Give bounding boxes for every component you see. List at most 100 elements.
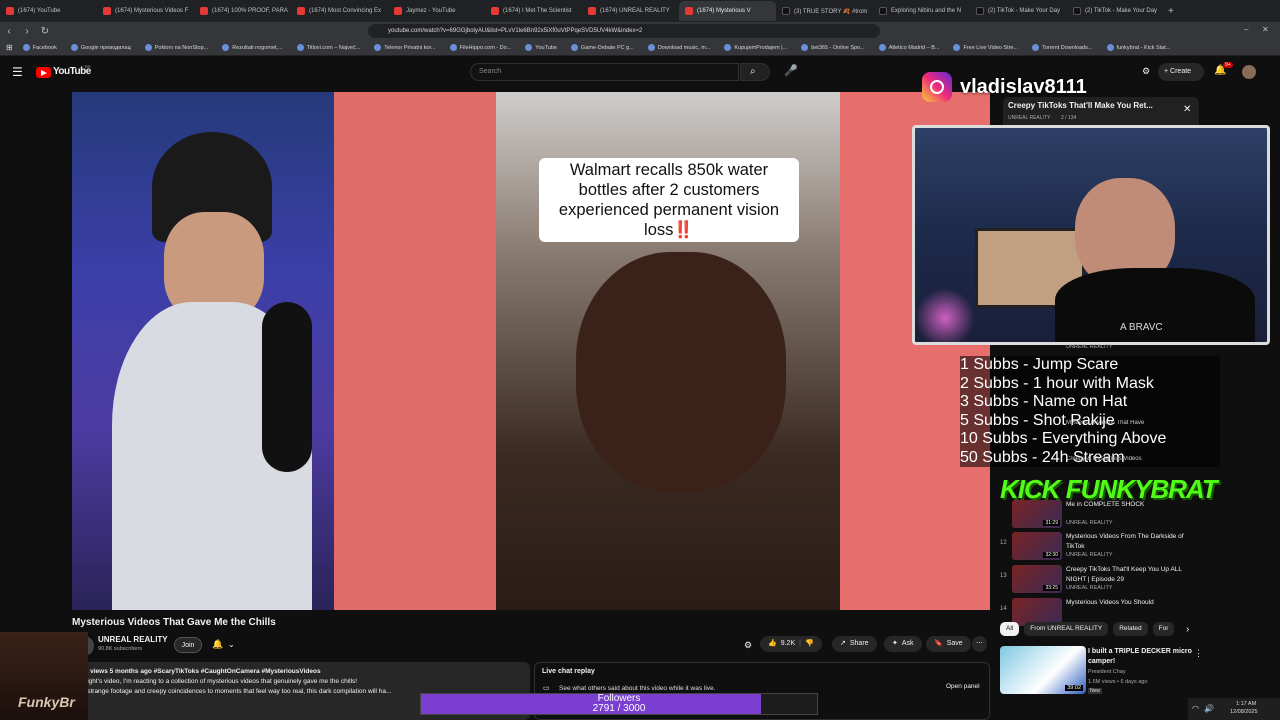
bookmark-label: Game-Debate PC g... xyxy=(580,44,634,51)
bookmark-item[interactable]: Google преводилац xyxy=(70,44,131,51)
playlist-thumbnail[interactable]: 32:30 xyxy=(1012,532,1062,560)
sparkle-icon: ✦ xyxy=(892,640,898,647)
recommended-video[interactable]: 39:02 I built a TRIPLE DECKER micro camp… xyxy=(1000,646,1203,698)
bookmark-item[interactable]: Download music, m... xyxy=(647,44,710,51)
more-options-icon[interactable]: ⋮ xyxy=(1194,648,1203,659)
ask-button[interactable]: ✦ Ask xyxy=(884,636,922,652)
bookmark-item[interactable]: bet365 - Online Spo... xyxy=(801,44,865,51)
save-button[interactable]: 🔖 Save xyxy=(926,636,971,652)
share-button[interactable]: ↗ Share xyxy=(832,636,877,652)
playlist-item-title[interactable]: Mysterious Videos That Have xyxy=(1066,420,1196,426)
bell-icon[interactable]: 🔔 xyxy=(212,639,223,650)
bookmark-label: Poklonı na NonStop... xyxy=(154,44,209,51)
more-options-icon[interactable]: ⋯ xyxy=(972,636,987,652)
bookmark-item[interactable]: KupujemProdajem |... xyxy=(724,44,787,51)
apps-icon[interactable]: ⊞ xyxy=(6,43,13,52)
browser-tab[interactable]: (3) TRUE STORY 🍂 #trom xyxy=(776,1,873,21)
playlist-item-title[interactable]: Mysterious Videos From The Darkside of T… xyxy=(1066,532,1196,552)
sub-goal-item: 3 Subbs - Name on Hat xyxy=(960,393,1128,410)
browser-tab[interactable]: Jaymez - YouTube xyxy=(388,1,485,21)
create-button[interactable]: + Create xyxy=(1158,63,1204,81)
chevron-down-icon[interactable]: ⌄ xyxy=(228,640,235,649)
bookmark-item[interactable]: Atletico Madrid – B... xyxy=(878,44,939,51)
clock-time[interactable]: 1:17 AM xyxy=(1236,701,1256,707)
playlist-item[interactable]: 12 32:30 Mysterious Videos From The Darksi… xyxy=(1000,532,1200,566)
playlist-item-title[interactable]: Creepy TikToks That'll Keep You Up ALL N… xyxy=(1066,565,1196,585)
browser-tab[interactable]: Exploring Nibiru and the N xyxy=(873,1,970,21)
recommended-thumbnail[interactable]: 39:02 xyxy=(1000,646,1086,694)
bookmark-item[interactable]: Torrent Downloads... xyxy=(1032,44,1093,51)
forward-icon[interactable]: › xyxy=(18,26,36,37)
bookmark-item[interactable]: Game-Debate PC g... xyxy=(570,44,634,51)
chevron-right-icon[interactable]: › xyxy=(1186,624,1189,635)
volume-icon[interactable]: 🔊 xyxy=(1204,704,1214,713)
recommended-title[interactable]: I built a TRIPLE DECKER micro camper! xyxy=(1088,647,1192,667)
tab-label: (1674) 100% PROOF, PARA xyxy=(212,8,288,14)
bookmark-item[interactable]: Facebook xyxy=(22,44,57,51)
browser-tab[interactable]: (1674) Most Convincing Ex xyxy=(291,1,388,21)
gear-icon[interactable]: ⚙ xyxy=(744,640,752,651)
close-icon[interactable]: ✕ xyxy=(1183,104,1191,115)
bookmark-favicon-icon xyxy=(953,44,961,51)
browser-tab[interactable]: (2) TikTok - Make Your Day xyxy=(970,1,1067,21)
avatar[interactable] xyxy=(1242,65,1256,79)
channel-name[interactable]: UNREAL REALITY xyxy=(98,635,168,644)
playlist-item-title[interactable]: Mysterious Videos You Should xyxy=(1066,598,1196,608)
bookmark-label: FileHippo.com - Do... xyxy=(459,44,512,51)
bookmark-item[interactable]: Free Live Video Stre... xyxy=(953,44,1018,51)
filter-chip[interactable]: For xyxy=(1152,622,1175,636)
wifi-icon[interactable]: ◠ xyxy=(1192,704,1199,713)
playlist-thumbnail[interactable]: 33:25 xyxy=(1012,565,1062,593)
close-window-icon[interactable]: ✕ xyxy=(1262,25,1269,34)
join-button[interactable]: Join xyxy=(174,637,202,653)
browser-tab[interactable]: (1674) 100% PROOF, PARA xyxy=(194,1,291,21)
video-title: Mysterious Videos That Gave Me the Chill… xyxy=(72,617,276,628)
filter-chip[interactable]: Related xyxy=(1113,622,1148,636)
bookmark-item[interactable]: FileHippo.com - Do... xyxy=(449,44,512,51)
browser-tab[interactable]: (1674) I Met The Scientist xyxy=(485,1,582,21)
filter-chip[interactable]: From UNREAL REALITY xyxy=(1024,622,1109,636)
browser-tab[interactable]: (2) TikTok - Make Your Day xyxy=(1067,1,1164,21)
video-player[interactable]: Walmart recalls 850k water bottles after… xyxy=(72,92,990,610)
browser-tab[interactable]: (1674) Mysterious V xyxy=(679,1,776,21)
bookmark-item[interactable]: YouTube xyxy=(525,44,557,51)
search-input[interactable]: Search xyxy=(470,63,739,81)
description-line-1: onight's video, I'm reacting to a collec… xyxy=(80,678,358,685)
reload-icon[interactable]: ↻ xyxy=(36,26,54,37)
minimize-icon[interactable]: – xyxy=(1244,25,1248,34)
menu-icon[interactable]: ☰ xyxy=(12,65,23,79)
bookmark-item[interactable]: Telenor Privatni kor... xyxy=(374,44,436,51)
tab-label: (1674) Mysterious Videos F xyxy=(115,8,189,14)
open-panel-button[interactable]: Open panel xyxy=(946,683,980,690)
cast-icon[interactable]: ⚙ xyxy=(1142,66,1150,77)
youtube-icon xyxy=(103,7,111,15)
clock-date[interactable]: 12/08/2025 xyxy=(1230,709,1258,715)
clip-face-image xyxy=(576,252,786,492)
bookmark-favicon-icon xyxy=(374,44,382,51)
recommended-channel[interactable]: President Chay xyxy=(1088,669,1126,675)
playlist-item[interactable]: 13 33:25 Creepy TikToks That'll Keep You U… xyxy=(1000,565,1200,599)
playlist-item-title[interactable]: Creepy & Mysterious Videos xyxy=(1066,456,1196,462)
browser-tab[interactable]: (1674) YouTube xyxy=(0,1,97,21)
address-bar[interactable]: youtube.com/watch?v=69GGjbolyAU&list=PLv… xyxy=(368,24,880,38)
browser-tab[interactable]: (1674) UNREAL REALITY xyxy=(582,1,679,21)
bookmark-label: Facebook xyxy=(32,44,57,51)
new-tab-icon[interactable]: + xyxy=(1168,6,1174,17)
bookmark-item[interactable]: Rezultati nogomet,... xyxy=(222,44,283,51)
browser-tab[interactable]: (1674) Mysterious Videos F xyxy=(97,1,194,21)
video-caption: Walmart recalls 850k water bottles after… xyxy=(539,158,799,242)
search-button[interactable]: ⌕ xyxy=(740,63,770,81)
bookmark-favicon-icon xyxy=(570,44,578,51)
bookmark-item[interactable]: Titlovi.com – Največ... xyxy=(296,44,360,51)
playlist-item[interactable]: 31:29 Me in COMPLETE SHOCK UNREAL REALITY xyxy=(1000,500,1200,534)
thumbs-down-icon[interactable]: 👎 xyxy=(805,636,814,652)
youtube-logo-icon[interactable] xyxy=(36,67,51,78)
like-button[interactable]: 👍 9.2K | 👎 xyxy=(760,636,822,652)
bookmark-item[interactable]: Poklonı na NonStop... xyxy=(144,44,209,51)
filter-chip[interactable]: All xyxy=(1000,622,1020,636)
playlist-channel[interactable]: UNREAL REALITY xyxy=(1008,115,1050,121)
bookmark-item[interactable]: funkybrat - Kick Stat... xyxy=(1106,44,1170,51)
playlist-title[interactable]: Creepy TikToks That'll Make You Ret... xyxy=(1008,101,1153,110)
microphone-icon[interactable]: 🎤 xyxy=(784,64,798,77)
back-icon[interactable]: ‹ xyxy=(0,26,18,37)
